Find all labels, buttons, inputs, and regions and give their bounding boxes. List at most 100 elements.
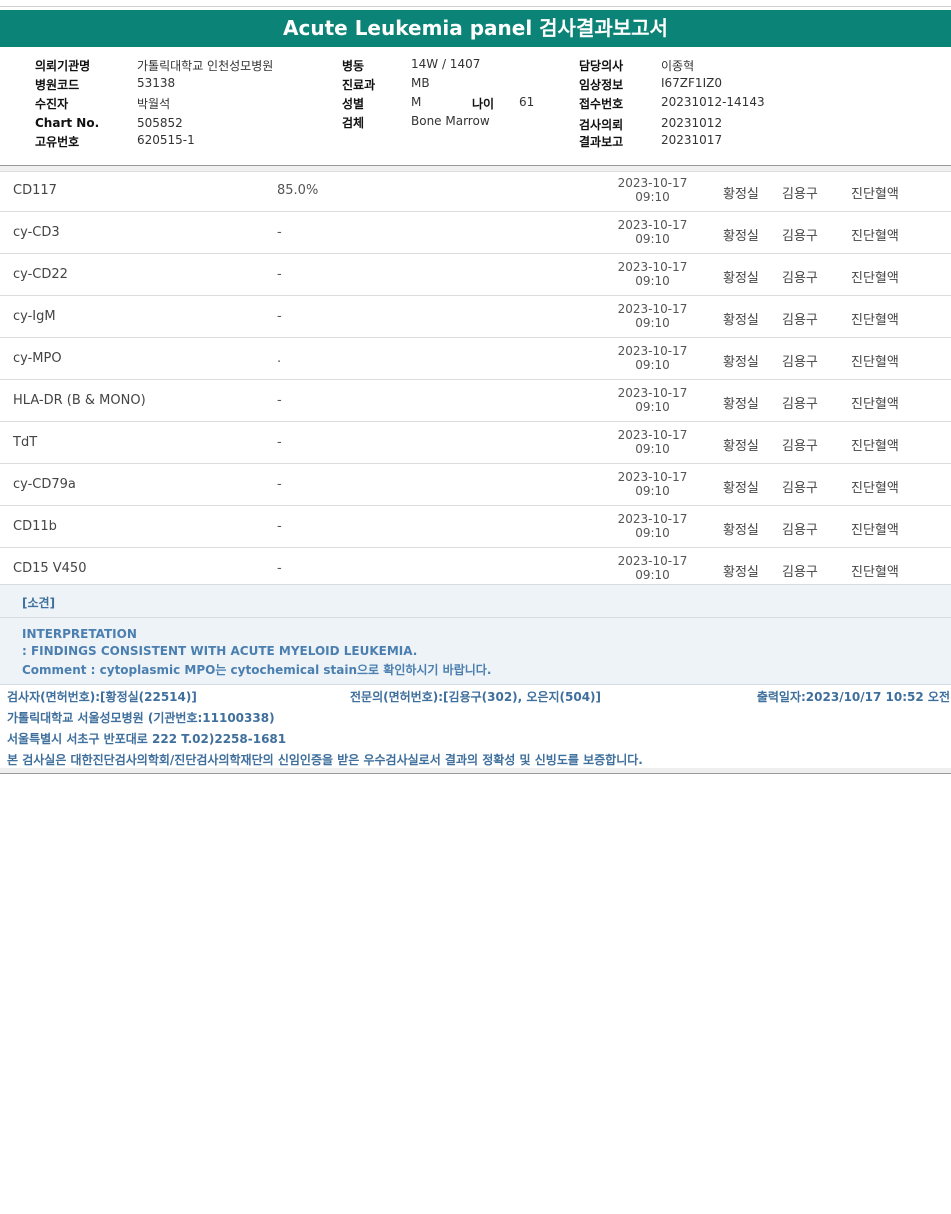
- technician-name: 황정실: [723, 439, 759, 454]
- department-name: 진단혈액: [851, 397, 899, 412]
- top-divider: [0, 6, 951, 7]
- info-value: I67ZF1IZ0: [661, 76, 722, 90]
- table-row: HLA-DR (B & MONO) - 황정실 김용구 진단혈액 2023-10-17 09…: [0, 380, 951, 422]
- test-name: CD15 V450: [13, 561, 87, 576]
- info-value: MB: [411, 76, 430, 90]
- remarks-divider: [0, 617, 951, 618]
- doctor-name: 김용구: [782, 313, 818, 328]
- table-row: CD117 85.0% 황정실 김용구 진단혈액 2023-10-17 09:10: [0, 170, 951, 212]
- info-value: 620515-1: [137, 133, 195, 147]
- department-name: 진단혈액: [851, 565, 899, 580]
- result-datetime: 2023-10-17 09:10: [600, 302, 705, 330]
- test-name: cy-CD3: [13, 225, 60, 240]
- doctor-name: 김용구: [782, 397, 818, 412]
- info-value: 14W / 1407: [411, 57, 481, 71]
- technician-name: 황정실: [723, 229, 759, 244]
- test-result: -: [277, 309, 282, 324]
- result-time: 09:10: [635, 400, 670, 414]
- result-time: 09:10: [635, 316, 670, 330]
- info-label: 고유번호: [35, 135, 80, 149]
- results-table: CD117 85.0% 황정실 김용구 진단혈액 2023-10-17 09:10 cy-CD…: [0, 170, 951, 590]
- department-name: 진단혈액: [851, 313, 899, 328]
- result-datetime: 2023-10-17 09:10: [600, 218, 705, 246]
- table-row: cy-CD22 - 황정실 김용구 진단혈액 2023-10-17 09:10: [0, 254, 951, 296]
- department-name: 진단혈액: [851, 481, 899, 496]
- test-result: -: [277, 519, 282, 534]
- result-date: 2023-10-17: [617, 512, 688, 526]
- remarks-line: Comment : cytoplasmic MPO는 cytochemical …: [22, 663, 492, 677]
- result-datetime: 2023-10-17 09:10: [600, 470, 705, 498]
- info-value: 이종혁: [661, 59, 695, 73]
- certification-note: 본 검사실은 대한진단검사의학회/진단검사의학재단의 신임인증을 받은 우수검사…: [7, 753, 643, 767]
- technician-name: 황정실: [723, 481, 759, 496]
- info-value: 61: [519, 95, 535, 109]
- info-value: 20231012: [661, 116, 723, 130]
- info-label: 진료과: [342, 78, 376, 92]
- result-date: 2023-10-17: [617, 218, 688, 232]
- info-value: M: [411, 95, 422, 109]
- technician-name: 황정실: [723, 187, 759, 202]
- bottom-divider: [0, 768, 951, 774]
- result-date: 2023-10-17: [617, 554, 688, 568]
- test-name: CD11b: [13, 519, 57, 534]
- table-row: cy-CD3 - 황정실 김용구 진단혈액 2023-10-17 09:10: [0, 212, 951, 254]
- test-result: -: [277, 267, 282, 282]
- result-date: 2023-10-17: [617, 344, 688, 358]
- doctor-name: 김용구: [782, 565, 818, 580]
- info-value: 505852: [137, 116, 183, 130]
- info-value: 20231012-14143: [661, 95, 765, 109]
- doctor-name: 김용구: [782, 271, 818, 286]
- doctor-name: 김용구: [782, 355, 818, 370]
- info-value: 53138: [137, 76, 176, 90]
- test-name: cy-CD22: [13, 267, 68, 282]
- info-value: 20231017: [661, 133, 723, 147]
- result-datetime: 2023-10-17 09:10: [600, 428, 705, 456]
- info-label: Chart No.: [35, 116, 100, 130]
- test-result: -: [277, 435, 282, 450]
- result-datetime: 2023-10-17 09:10: [600, 512, 705, 540]
- test-name: cy-MPO: [13, 351, 62, 366]
- info-label: 의뢰기관명: [35, 59, 91, 73]
- patient-info-section: 의뢰기관명 가톨릭대학교 인천성모병원 병원코드 53138 수진자 박월석 C…: [0, 47, 951, 166]
- technician-name: 황정실: [723, 271, 759, 286]
- info-value: 가톨릭대학교 인천성모병원: [137, 59, 274, 73]
- doctor-name: 김용구: [782, 187, 818, 202]
- technician-name: 황정실: [723, 565, 759, 580]
- result-time: 09:10: [635, 190, 670, 204]
- remarks-line: : FINDINGS CONSISTENT WITH ACUTE MYELOID…: [22, 644, 418, 658]
- remarks-line: INTERPRETATION: [22, 627, 137, 641]
- info-value: 박월석: [137, 97, 171, 111]
- table-row: cy-IgM - 황정실 김용구 진단혈액 2023-10-17 09:10: [0, 296, 951, 338]
- department-name: 진단혈액: [851, 355, 899, 370]
- result-date: 2023-10-17: [617, 176, 688, 190]
- info-label: 결과보고: [579, 135, 624, 149]
- doctor-name: 김용구: [782, 229, 818, 244]
- report-title: Acute Leukemia panel 검사결과보고서: [0, 10, 951, 47]
- info-label: 접수번호: [579, 97, 624, 111]
- result-datetime: 2023-10-17 09:10: [600, 386, 705, 414]
- test-result: .: [277, 351, 282, 366]
- result-time: 09:10: [635, 568, 670, 582]
- doctor-name: 김용구: [782, 523, 818, 538]
- remarks-header: [소견]: [22, 596, 56, 610]
- table-row: TdT - 황정실 김용구 진단혈액 2023-10-17 09:10: [0, 422, 951, 464]
- test-name: cy-IgM: [13, 309, 56, 324]
- technician-name: 황정실: [723, 523, 759, 538]
- result-time: 09:10: [635, 442, 670, 456]
- result-time: 09:10: [635, 526, 670, 540]
- info-label: 담당의사: [579, 59, 624, 73]
- result-time: 09:10: [635, 484, 670, 498]
- department-name: 진단혈액: [851, 523, 899, 538]
- result-datetime: 2023-10-17 09:10: [600, 260, 705, 288]
- info-label: 성별: [342, 97, 365, 111]
- result-datetime: 2023-10-17 09:10: [600, 176, 705, 204]
- technician-name: 황정실: [723, 355, 759, 370]
- result-date: 2023-10-17: [617, 386, 688, 400]
- address-info: 서울특별시 서초구 반포대로 222 T.02)2258-1681: [7, 732, 287, 746]
- test-result: -: [277, 561, 282, 576]
- info-label: 수진자: [35, 97, 69, 111]
- test-name: TdT: [13, 435, 38, 450]
- info-label: 검사의뢰: [579, 118, 624, 132]
- info-label: 나이: [472, 97, 495, 111]
- result-date: 2023-10-17: [617, 470, 688, 484]
